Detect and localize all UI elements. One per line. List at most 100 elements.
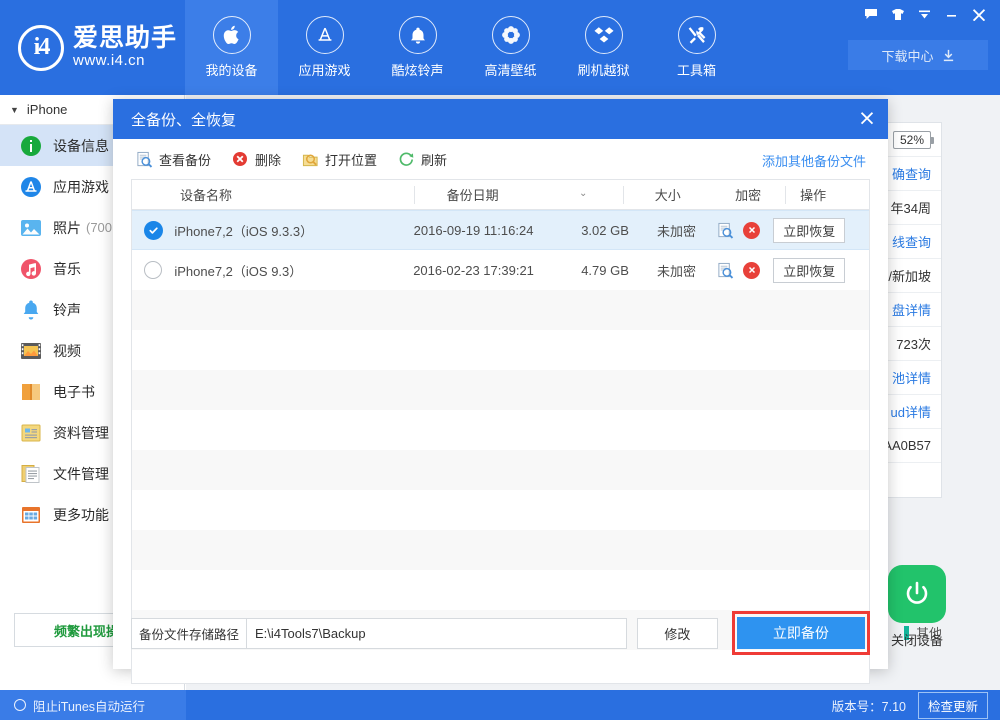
battery-badge: 52% bbox=[892, 130, 935, 149]
download-center-label: 下载中心 bbox=[881, 48, 934, 64]
cell-size: 4.79 GB bbox=[581, 262, 629, 278]
power-button[interactable] bbox=[888, 565, 946, 623]
backup-now-button[interactable]: 立即备份 bbox=[736, 617, 865, 649]
table-row[interactable]: iPhone7,2（iOS 9.3） 2016-02-23 17:39:21 4… bbox=[132, 250, 869, 290]
column-header-size[interactable]: 大小 bbox=[623, 185, 711, 204]
tab-flash-jailbreak[interactable]: 刷机越狱 bbox=[557, 0, 650, 95]
table-header-row: 设备名称 备份日期 ⌄ 大小 加密 操作 bbox=[132, 180, 869, 210]
sidebar-item-label: 资料管理 bbox=[53, 424, 109, 441]
check-update-button[interactable]: 检查更新 bbox=[917, 691, 988, 719]
row-delete-icon[interactable] bbox=[743, 221, 761, 239]
view-backup-button[interactable]: 查看备份 bbox=[135, 150, 211, 169]
tools-icon bbox=[677, 16, 716, 54]
row-select-radio[interactable] bbox=[132, 261, 174, 279]
cell-backup-date: 2016-02-23 17:39:21 bbox=[413, 262, 534, 278]
sidebar-item-label: 应用游戏 bbox=[53, 178, 109, 195]
sidebar-item-label: 视频 bbox=[53, 342, 81, 359]
refresh-button[interactable]: 刷新 bbox=[397, 150, 447, 169]
modify-path-button[interactable]: 修改 bbox=[637, 617, 718, 649]
sidebar-item-label: 照片 bbox=[53, 219, 81, 236]
row-view-backup-icon[interactable] bbox=[717, 262, 734, 279]
open-location-button[interactable]: 打开位置 bbox=[301, 150, 377, 169]
apple-icon bbox=[212, 16, 251, 54]
status-bar-right: 版本号：7.10 检查更新 bbox=[831, 691, 1000, 719]
delete-button[interactable]: 删除 bbox=[231, 150, 281, 169]
table-row-empty bbox=[132, 330, 869, 370]
column-header-device-name[interactable]: 设备名称 bbox=[132, 186, 414, 204]
flower-icon bbox=[491, 16, 530, 54]
logo-mark-icon: i4 bbox=[18, 24, 64, 71]
appstore-icon bbox=[20, 176, 42, 198]
app-logo: i4 爱思助手 www.i4.cn bbox=[0, 0, 185, 95]
backup-path-field[interactable]: 备份文件存储路径 E:\i4Tools7\Backup bbox=[131, 617, 627, 649]
menu-icon[interactable] bbox=[911, 3, 938, 25]
app-window: i4 爱思助手 www.i4.cn 我的设备 应用游戏 酷炫铃声 高清壁纸 刷机… bbox=[0, 0, 1000, 720]
backup-table: 设备名称 备份日期 ⌄ 大小 加密 操作 iPhone7,2（iOS 9.3.3… bbox=[131, 179, 870, 684]
tab-ringtones[interactable]: 酷炫铃声 bbox=[371, 0, 464, 95]
radio-unchecked-icon bbox=[144, 261, 163, 279]
feedback-icon[interactable] bbox=[857, 3, 884, 25]
radio-checked-icon bbox=[143, 220, 163, 240]
bell-icon bbox=[398, 16, 437, 54]
toolbar-label: 查看备份 bbox=[159, 152, 212, 168]
row-select-radio[interactable] bbox=[132, 220, 174, 240]
backup-path-label: 备份文件存储路径 bbox=[132, 618, 248, 648]
top-navigation-bar: i4 爱思助手 www.i4.cn 我的设备 应用游戏 酷炫铃声 高清壁纸 刷机… bbox=[0, 0, 1000, 95]
table-row-empty bbox=[132, 570, 869, 610]
column-header-action[interactable]: 操作 bbox=[785, 185, 869, 204]
tab-label: 酷炫铃声 bbox=[391, 63, 444, 78]
view-backup-icon bbox=[135, 150, 153, 168]
table-row-empty bbox=[132, 410, 869, 450]
open-location-icon bbox=[301, 150, 319, 168]
tab-wallpapers[interactable]: 高清壁纸 bbox=[464, 0, 557, 95]
minimize-icon[interactable] bbox=[938, 3, 965, 25]
column-header-backup-date[interactable]: 备份日期 ⌄ bbox=[413, 185, 624, 204]
box-icon bbox=[584, 16, 623, 54]
dialog-title-bar: 全备份、全恢复 bbox=[113, 99, 888, 139]
block-itunes-toggle[interactable]: 阻止iTunes自动运行 bbox=[0, 690, 186, 720]
table-row-empty bbox=[132, 450, 869, 490]
cell-device-name: iPhone7,2（iOS 9.3） bbox=[174, 263, 303, 279]
download-center-button[interactable]: 下载中心 bbox=[848, 40, 988, 70]
toolbar-label: 打开位置 bbox=[325, 152, 378, 168]
tab-label: 应用游戏 bbox=[298, 63, 351, 78]
tab-label: 我的设备 bbox=[205, 63, 258, 78]
block-itunes-label: 阻止iTunes自动运行 bbox=[33, 699, 146, 714]
row-restore-button[interactable]: 立即恢复 bbox=[773, 217, 846, 243]
logo-url: www.i4.cn bbox=[73, 52, 146, 70]
add-other-backup-link[interactable]: 添加其他备份文件 bbox=[762, 151, 866, 170]
sidebar-item-label: 文件管理 bbox=[53, 465, 109, 482]
sidebar-item-label: 设备信息 bbox=[53, 137, 109, 154]
cell-encryption: 未加密 bbox=[657, 263, 697, 279]
table-row-empty bbox=[132, 290, 869, 330]
dialog-close-button[interactable] bbox=[846, 99, 888, 137]
version-label: 版本号：7.10 bbox=[831, 699, 906, 714]
tab-app-games[interactable]: 应用游戏 bbox=[278, 0, 371, 95]
sidebar-item-label: 铃声 bbox=[53, 301, 81, 318]
book-icon bbox=[20, 381, 42, 403]
nav-tabs: 我的设备 应用游戏 酷炫铃声 高清壁纸 刷机越狱 工具箱 bbox=[185, 0, 743, 95]
photos-icon bbox=[20, 217, 42, 239]
sidebar-item-count: (700 bbox=[86, 220, 113, 235]
close-icon[interactable] bbox=[965, 3, 992, 25]
chevron-down-icon: ▼ bbox=[10, 104, 19, 115]
dialog-footer: 备份文件存储路径 E:\i4Tools7\Backup 修改 立即备份 bbox=[131, 611, 870, 655]
row-delete-icon[interactable] bbox=[743, 261, 761, 279]
cell-actions: 立即恢复 bbox=[709, 217, 869, 243]
more-icon bbox=[20, 504, 42, 526]
file-icon bbox=[20, 463, 42, 485]
tab-toolbox[interactable]: 工具箱 bbox=[650, 0, 743, 95]
backup-restore-dialog: 全备份、全恢复 查看备份 删除 打开位置 刷新 添加其他备份文件 设备名称 备份… bbox=[113, 99, 888, 684]
music-icon bbox=[20, 258, 42, 280]
skin-icon[interactable] bbox=[884, 3, 911, 25]
cell-device-name: iPhone7,2（iOS 9.3.3） bbox=[174, 223, 314, 239]
cell-backup-date: 2016-09-19 11:16:24 bbox=[413, 222, 534, 238]
row-view-backup-icon[interactable] bbox=[717, 222, 734, 239]
toggle-circle-icon bbox=[14, 699, 26, 711]
column-header-encryption[interactable]: 加密 bbox=[711, 186, 785, 204]
row-restore-button[interactable]: 立即恢复 bbox=[773, 257, 846, 283]
tab-my-device[interactable]: 我的设备 bbox=[185, 0, 278, 95]
device-name: iPhone bbox=[26, 102, 68, 117]
table-row[interactable]: iPhone7,2（iOS 9.3.3） 2016-09-19 11:16:24… bbox=[132, 210, 869, 250]
refresh-icon bbox=[397, 150, 415, 168]
